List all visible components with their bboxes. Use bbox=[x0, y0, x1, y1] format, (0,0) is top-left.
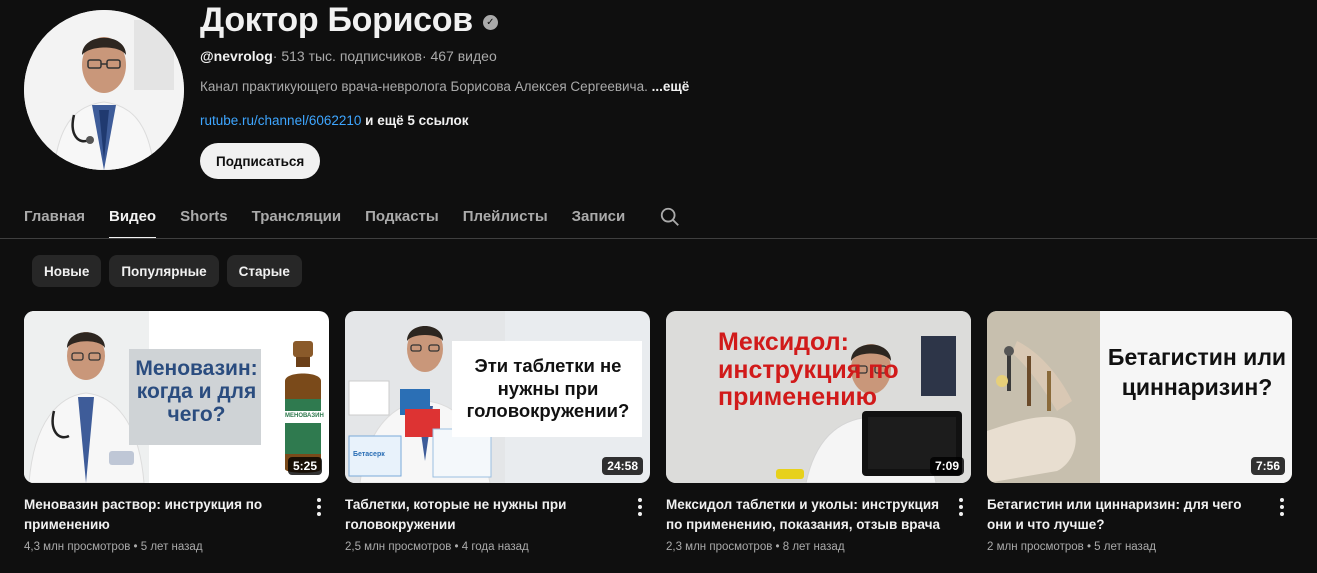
video-thumbnail[interactable]: Мексидол: инструкция по применению 7:09 bbox=[666, 311, 971, 483]
channel-description[interactable]: Канал практикующего врача-невролога Бори… bbox=[200, 79, 689, 99]
video-title[interactable]: Бетагистин или циннаризин: для чего они … bbox=[987, 495, 1264, 535]
tab-videos[interactable]: Видео bbox=[109, 194, 157, 239]
video-age: • 8 лет назад bbox=[772, 541, 845, 553]
thumbnail-caption: Бетагистин или циннаризин? bbox=[1107, 344, 1287, 400]
more-links-button[interactable]: и ещё 5 ссылок bbox=[361, 113, 468, 128]
thumbnail-caption: Меновазин: когда и для чего? bbox=[135, 357, 258, 427]
hands-image bbox=[987, 311, 1102, 483]
tab-home[interactable]: Главная bbox=[24, 194, 85, 239]
description-text: Канал практикующего врача-невролога Бори… bbox=[200, 79, 652, 94]
verified-check-icon: ✓ bbox=[482, 14, 498, 30]
channel-title: Доктор Борисов bbox=[200, 0, 473, 39]
channel-links: rutube.ru/channel/6062210 и ещё 5 ссылок bbox=[200, 113, 689, 133]
video-meta: 2,5 млн просмотров • 4 года назад bbox=[345, 541, 622, 553]
subscriber-count: · 513 тыс. подписчиков bbox=[272, 48, 422, 64]
video-duration: 7:56 bbox=[1250, 457, 1285, 475]
sort-chips: Новые Популярные Старые bbox=[32, 255, 302, 287]
channel-avatar[interactable] bbox=[24, 10, 184, 170]
video-thumbnail[interactable]: Меновазин: когда и для чего? МЕНОВАЗИН 5… bbox=[24, 311, 329, 483]
tab-podcasts[interactable]: Подкасты bbox=[365, 194, 439, 239]
video-age: • 4 года назад bbox=[451, 541, 529, 553]
video-meta: 2,3 млн просмотров • 8 лет назад bbox=[666, 541, 943, 553]
video-thumbnail[interactable]: Бетагистин или циннаризин? 7:56 bbox=[987, 311, 1292, 483]
channel-title-row: Доктор Борисов ✓ bbox=[200, 0, 689, 40]
tab-live[interactable]: Трансляции bbox=[252, 194, 341, 239]
video-views: 2 млн просмотров bbox=[987, 541, 1084, 553]
video-card[interactable]: Бетагистин или циннаризин? 7:56 Бетагист… bbox=[987, 311, 1292, 553]
more-options-icon[interactable] bbox=[1272, 495, 1292, 553]
video-views: 2,3 млн просмотров bbox=[666, 541, 773, 553]
video-thumbnail[interactable]: Бетасерк Эти таблетки не нужны при голов… bbox=[345, 311, 650, 483]
tab-shorts[interactable]: Shorts bbox=[180, 194, 228, 239]
tabs-divider bbox=[0, 238, 1317, 239]
channel-external-link[interactable]: rutube.ru/channel/6062210 bbox=[200, 113, 361, 128]
description-more-link[interactable]: ...ещё bbox=[652, 79, 690, 94]
video-card[interactable]: Мексидол: инструкция по применению 7:09 … bbox=[666, 311, 971, 553]
more-options-icon[interactable] bbox=[951, 495, 971, 553]
video-meta: 4,3 млн просмотров • 5 лет назад bbox=[24, 541, 301, 553]
tab-posts[interactable]: Записи bbox=[572, 194, 626, 239]
more-options-icon[interactable] bbox=[309, 495, 329, 553]
channel-info: Доктор Борисов ✓ @nevrolog · 513 тыс. по… bbox=[200, 0, 689, 133]
video-title[interactable]: Таблетки, которые не нужны при головокру… bbox=[345, 495, 622, 535]
channel-meta: @nevrolog · 513 тыс. подписчиков · 467 в… bbox=[200, 48, 689, 68]
video-duration: 7:09 bbox=[929, 457, 964, 475]
bottle-label: МЕНОВАЗИН bbox=[285, 413, 324, 419]
video-grid: Меновазин: когда и для чего? МЕНОВАЗИН 5… bbox=[24, 311, 1292, 553]
video-title[interactable]: Мексидол таблетки и уколы: инструкция по… bbox=[666, 495, 943, 535]
chip-popular[interactable]: Популярные bbox=[109, 255, 219, 287]
more-options-icon[interactable] bbox=[630, 495, 650, 553]
tab-playlists[interactable]: Плейлисты bbox=[463, 194, 548, 239]
subscribe-button[interactable]: Подписаться bbox=[200, 143, 321, 179]
channel-tabs: Главная Видео Shorts Трансляции Подкасты… bbox=[24, 194, 1317, 239]
video-duration: 24:58 bbox=[602, 457, 643, 475]
video-title[interactable]: Меновазин раствор: инструкция по примене… bbox=[24, 495, 301, 535]
video-duration: 5:25 bbox=[287, 457, 322, 475]
video-count: · 467 видео bbox=[421, 48, 497, 64]
video-views: 2,5 млн просмотров bbox=[345, 541, 452, 553]
box-label: Бетасерк bbox=[353, 451, 385, 458]
video-card[interactable]: Бетасерк Эти таблетки не нужны при голов… bbox=[345, 311, 650, 553]
search-icon[interactable] bbox=[659, 206, 681, 228]
thumbnail-caption: Мексидол: инструкция по применению bbox=[718, 328, 899, 411]
channel-handle: @nevrolog bbox=[200, 48, 273, 64]
chip-oldest[interactable]: Старые bbox=[226, 255, 302, 287]
thumbnail-caption: Эти таблетки не нужны при головокружении… bbox=[466, 355, 630, 422]
avatar-image bbox=[24, 10, 184, 170]
video-age: • 5 лет назад bbox=[130, 541, 203, 553]
video-views: 4,3 млн просмотров bbox=[24, 541, 131, 553]
video-card[interactable]: Меновазин: когда и для чего? МЕНОВАЗИН 5… bbox=[24, 311, 329, 553]
chip-newest[interactable]: Новые bbox=[32, 255, 102, 287]
video-meta: 2 млн просмотров • 5 лет назад bbox=[987, 541, 1264, 553]
video-age: • 5 лет назад bbox=[1083, 541, 1156, 553]
bottle-image bbox=[285, 341, 321, 473]
